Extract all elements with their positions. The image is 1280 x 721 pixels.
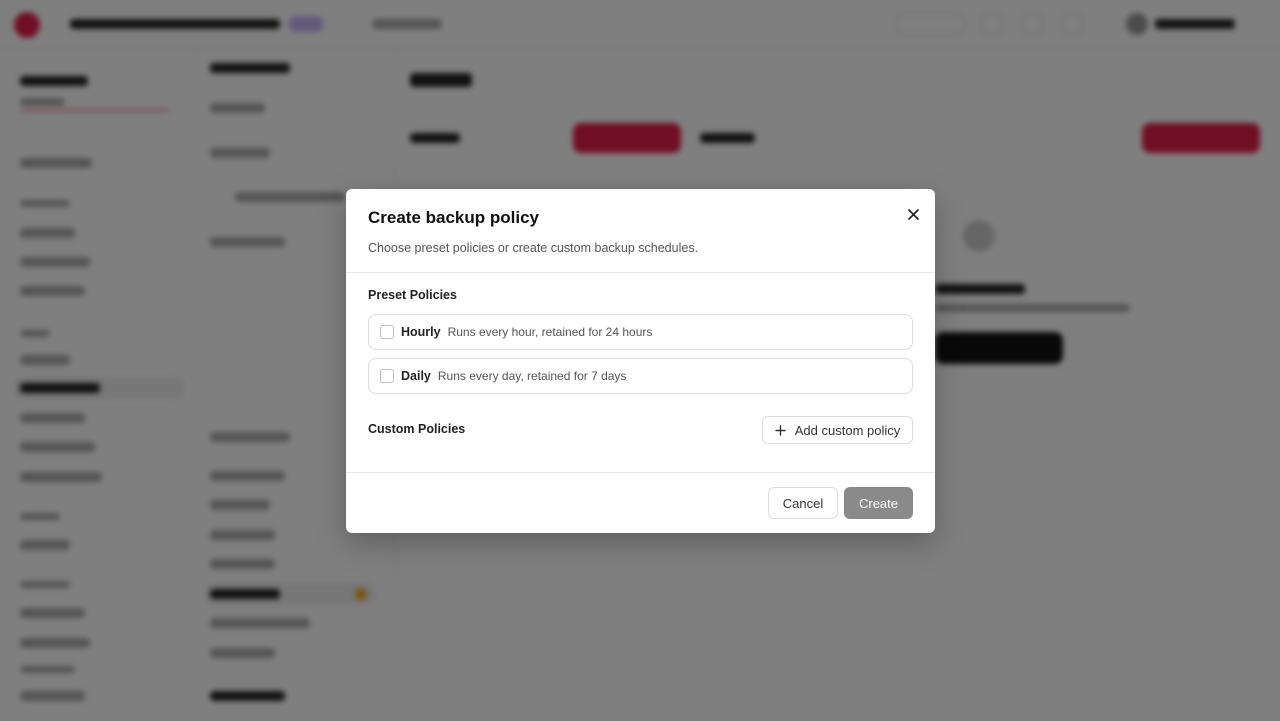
daily-checkbox[interactable]	[380, 369, 394, 383]
close-button[interactable]	[901, 202, 925, 226]
plus-icon	[775, 424, 786, 436]
policy-description: Runs every hour, retained for 24 hours	[447, 325, 653, 339]
dialog-footer: Cancel Create	[346, 472, 935, 533]
dialog-description: Choose preset policies or create custom …	[368, 241, 699, 255]
hourly-checkbox[interactable]	[380, 325, 394, 339]
policy-name: Daily	[401, 369, 431, 383]
policy-description: Runs every day, retained for 7 days	[437, 369, 627, 383]
preset-policy-daily[interactable]: Daily Runs every day, retained for 7 day…	[368, 358, 913, 394]
policy-name: Hourly	[401, 325, 441, 339]
close-icon	[907, 208, 919, 220]
preset-policy-hourly[interactable]: Hourly Runs every hour, retained for 24 …	[368, 314, 913, 350]
dialog-title: Create backup policy	[368, 208, 540, 227]
create-backup-policy-dialog: Create backup policy Choose preset polic…	[346, 189, 935, 533]
add-custom-policy-button[interactable]: Add custom policy	[762, 416, 913, 444]
custom-policies-label: Custom Policies	[368, 422, 466, 436]
dialog-header: Create backup policy Choose preset polic…	[346, 189, 935, 273]
add-custom-policy-label: Add custom policy	[794, 422, 901, 438]
cancel-button[interactable]: Cancel	[768, 487, 838, 519]
create-button[interactable]: Create	[844, 487, 913, 519]
preset-policies-label: Preset Policies	[368, 288, 457, 302]
